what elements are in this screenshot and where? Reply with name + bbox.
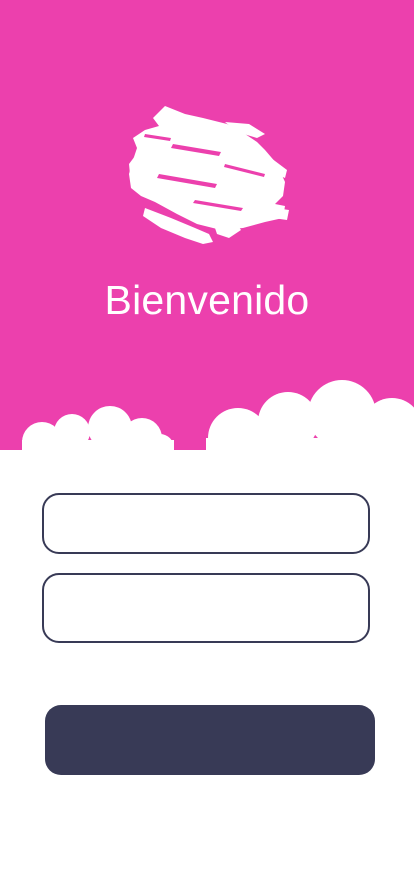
welcome-header: Bienvenido bbox=[0, 0, 414, 450]
clouds-decoration bbox=[22, 380, 414, 450]
username-field[interactable] bbox=[42, 493, 370, 554]
brush-splash-icon bbox=[129, 106, 289, 244]
login-button[interactable] bbox=[45, 705, 375, 775]
password-field[interactable] bbox=[42, 573, 370, 643]
welcome-title: Bienvenido bbox=[104, 277, 310, 323]
